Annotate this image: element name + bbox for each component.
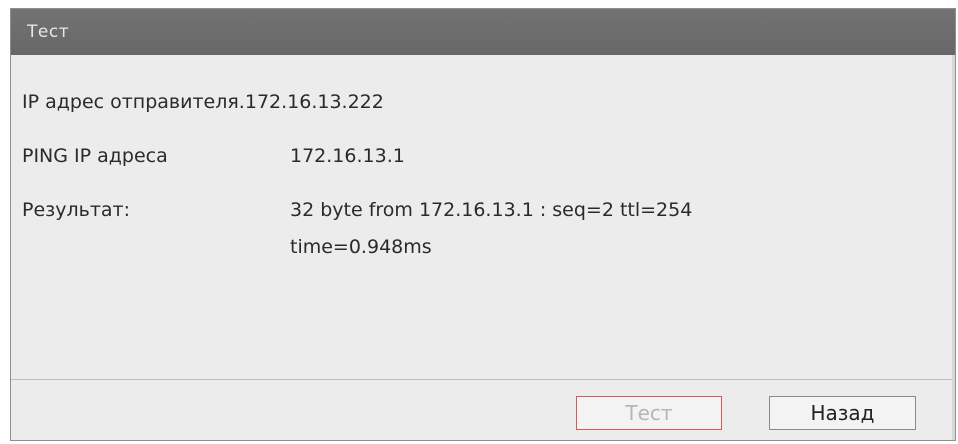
footer-divider — [11, 379, 955, 380]
result-label: Результат: — [22, 199, 131, 221]
dialog-titlebar: Тест — [11, 9, 955, 55]
ping-test-dialog: Тест IP адрес отправителя.172.16.13.222 … — [10, 8, 956, 441]
result-line-1: 32 byte from 172.16.13.1 : seq=2 ttl=254 — [290, 199, 693, 221]
ping-ip-value: 172.16.13.1 — [290, 145, 405, 167]
ping-ip-label: PING IP адреса — [22, 145, 168, 167]
sender-ip-row: IP адрес отправителя.172.16.13.222 — [22, 91, 384, 113]
sender-ip-value: 172.16.13.222 — [244, 91, 384, 113]
right-edge-scrollbar — [952, 55, 955, 440]
back-button[interactable]: Назад — [769, 396, 916, 430]
result-line-2: time=0.948ms — [290, 236, 432, 258]
sender-ip-label: IP адрес отправителя. — [22, 91, 245, 113]
dialog-title: Тест — [27, 22, 70, 42]
test-button[interactable]: Тест — [576, 396, 722, 430]
